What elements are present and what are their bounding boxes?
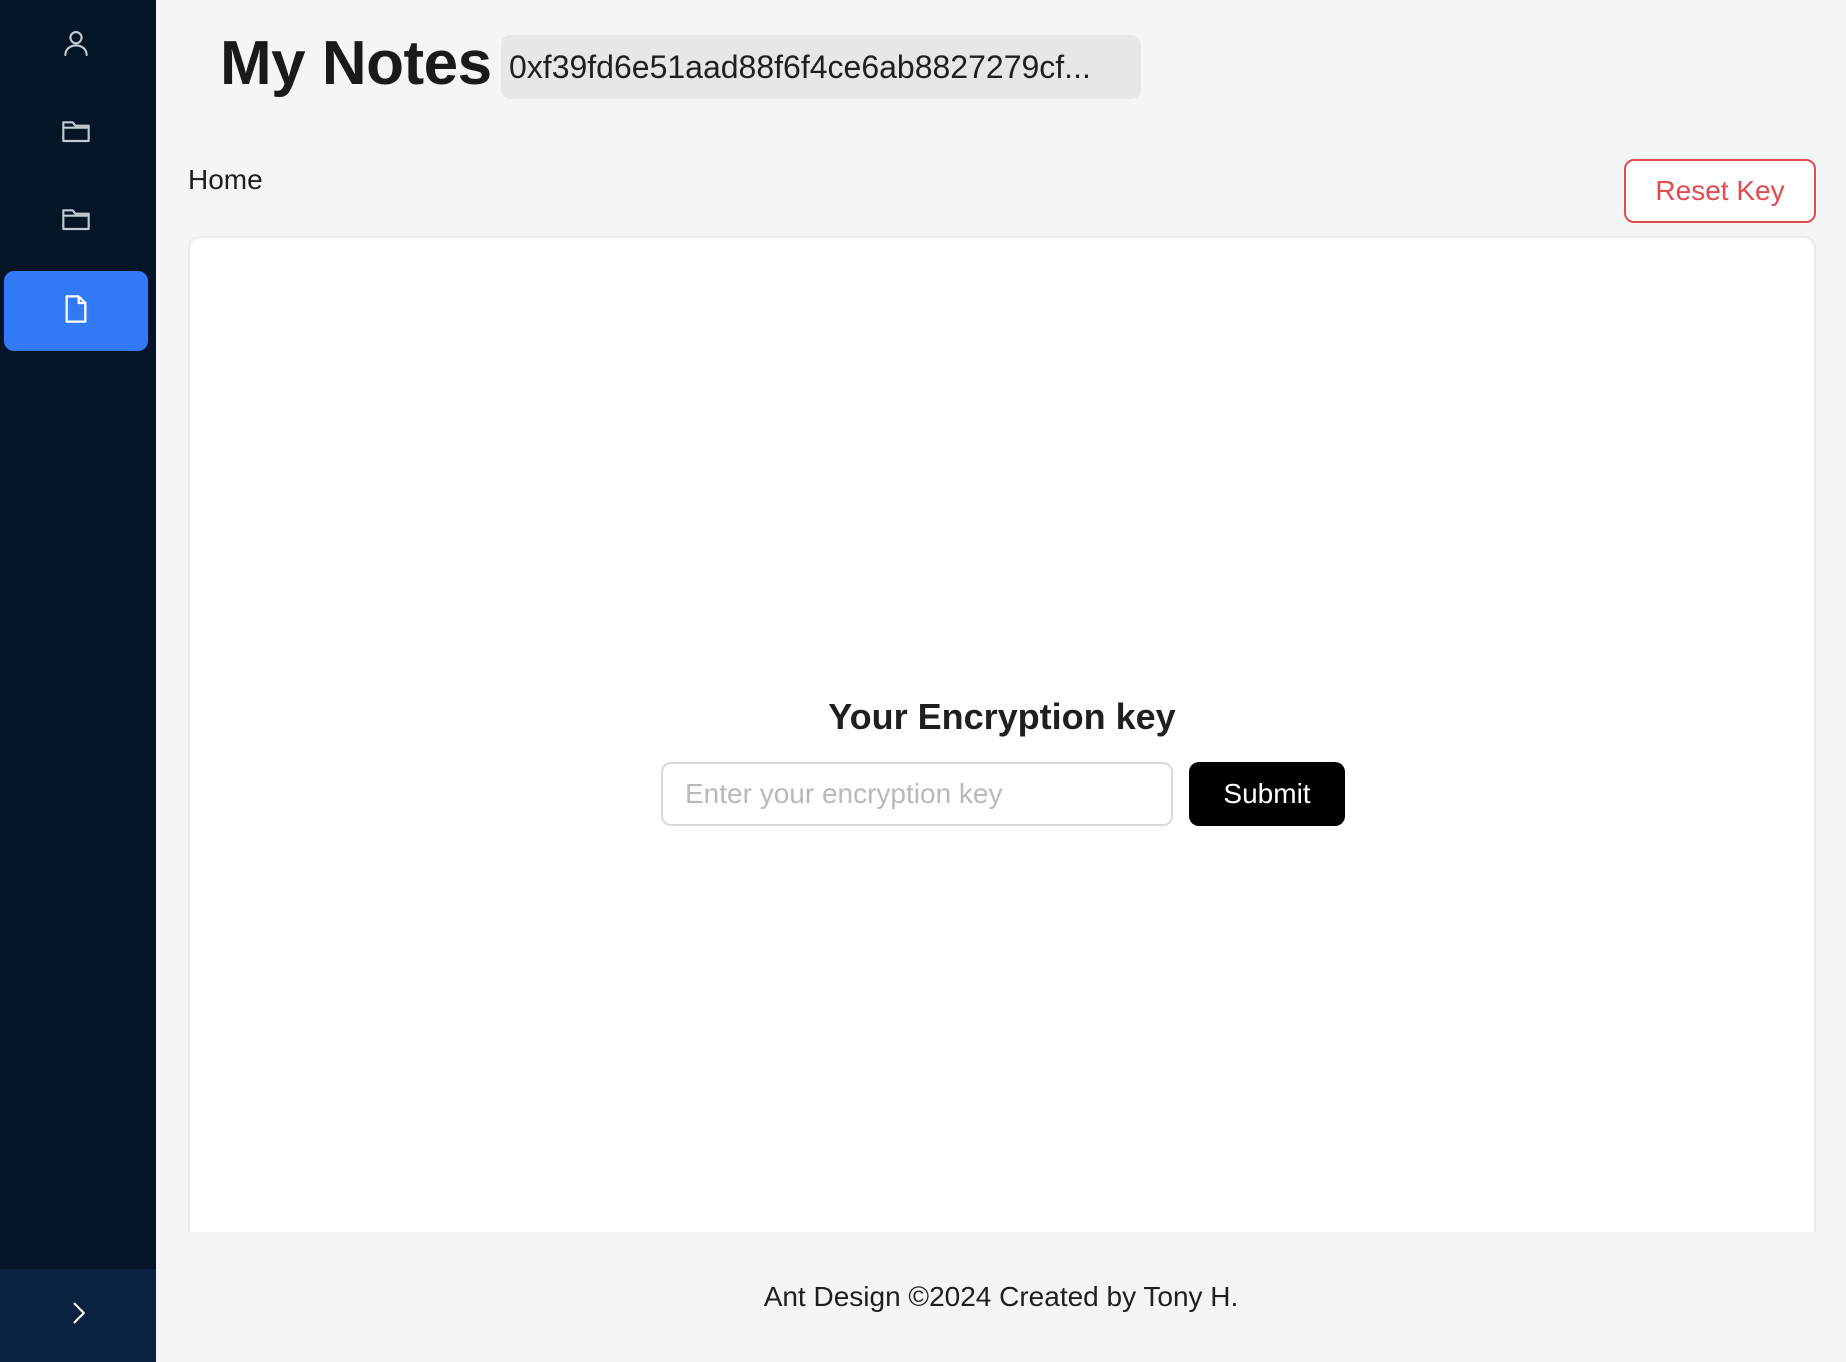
sidebar-item-notes[interactable] — [4, 271, 148, 351]
page-title: My Notes — [220, 29, 492, 98]
sidebar-item-folder-2[interactable] — [4, 181, 148, 261]
breadcrumb-item-home[interactable]: Home — [188, 164, 263, 195]
wallet-address-tag: 0xf39fd6e51aad88f6f4ce6ab8827279cf... — [501, 35, 1141, 99]
submit-button[interactable]: Submit — [1189, 762, 1345, 826]
footer: Ant Design ©2024 Created by Tony H. — [156, 1232, 1846, 1362]
app-root: My Notes 0xf39fd6e51aad88f6f4ce6ab882727… — [0, 0, 1846, 1362]
folder-icon — [60, 203, 92, 240]
footer-text: Ant Design ©2024 Created by Tony H. — [763, 1281, 1239, 1312]
breadcrumb: Home — [188, 164, 263, 196]
user-icon — [60, 27, 92, 64]
encryption-key-input[interactable] — [661, 762, 1173, 826]
file-icon — [60, 293, 92, 330]
content-card: Your Encryption key Submit — [188, 236, 1816, 1232]
sidebar-item-folder-1[interactable] — [4, 93, 148, 173]
reset-key-button[interactable]: Reset Key — [1624, 159, 1816, 223]
sidebar-item-profile[interactable] — [4, 5, 148, 85]
encryption-key-title: Your Encryption key — [828, 696, 1176, 737]
sidebar — [0, 0, 156, 1362]
chevron-right-icon — [64, 1299, 92, 1332]
sidebar-collapse-trigger[interactable] — [0, 1269, 156, 1362]
folder-icon — [60, 115, 92, 152]
page-header: My Notes 0xf39fd6e51aad88f6f4ce6ab882727… — [156, 0, 1846, 128]
